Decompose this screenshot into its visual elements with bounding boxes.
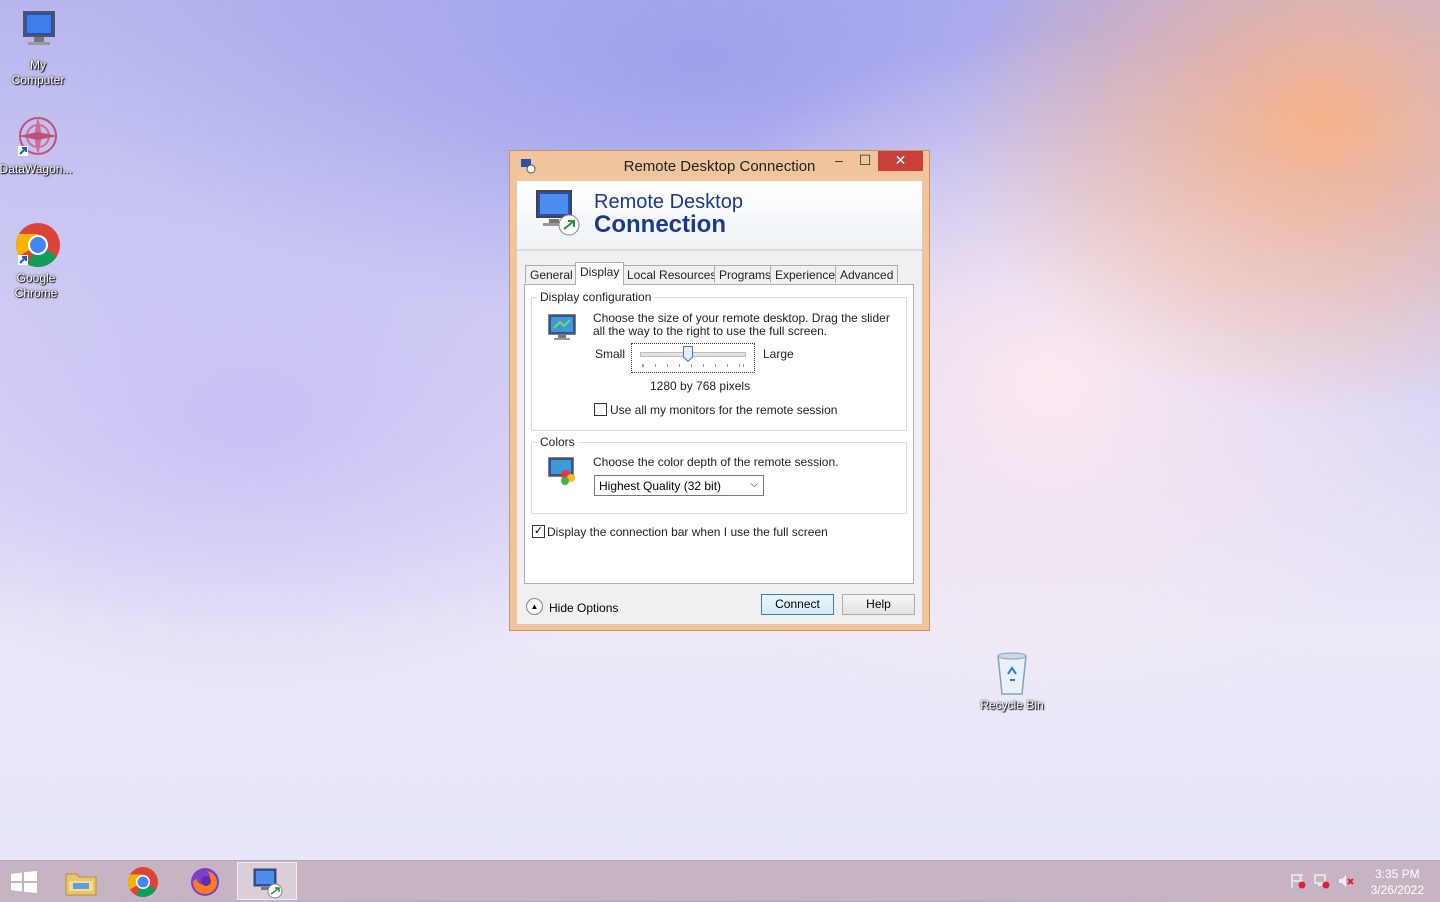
taskbar-clock[interactable]: 3:35 PM 3/26/2022	[1371, 866, 1424, 898]
network-icon[interactable]	[1314, 873, 1330, 889]
taskbar: 3:35 PM 3/26/2022	[0, 860, 1440, 901]
remote-desktop-icon	[252, 867, 284, 902]
taskbar-remote-desktop[interactable]	[237, 862, 297, 900]
start-button[interactable]	[0, 862, 46, 900]
windows-logo-icon	[10, 871, 38, 896]
group-label: Display configuration	[537, 290, 655, 304]
window-titlebar[interactable]: Remote Desktop Connection – ☐ ✕	[510, 151, 929, 181]
display-tab-panel: Display configuration Choose the size of…	[524, 284, 914, 584]
action-center-flag-icon[interactable]	[1290, 873, 1306, 889]
display-description: Choose the size of your remote desktop. …	[593, 311, 890, 338]
colors-group: Colors Choose the color depth of the rem…	[531, 435, 907, 514]
datawagon-icon	[12, 112, 60, 160]
tab-experience[interactable]: Experience	[770, 265, 841, 283]
connection-bar-label[interactable]: Display the connection bar when I use th…	[547, 526, 828, 539]
desktop-icon-label: My	[30, 58, 46, 72]
recycle-bin-icon	[988, 648, 1036, 696]
monitor-icon	[546, 312, 578, 344]
rdc-window: Remote Desktop Connection – ☐ ✕ Remote D…	[509, 150, 930, 631]
slider-track	[640, 352, 746, 357]
desktop-icon-datawagon[interactable]: DataWagon...	[0, 112, 74, 177]
group-label: Colors	[537, 435, 578, 449]
taskbar-file-explorer[interactable]	[51, 862, 111, 900]
all-monitors-label[interactable]: Use all my monitors for the remote sessi…	[610, 404, 837, 417]
rdc-logo-icon	[535, 189, 583, 237]
computer-icon	[14, 8, 62, 56]
resolution-slider[interactable]	[631, 343, 755, 373]
help-button[interactable]: Help	[842, 594, 915, 615]
connect-button[interactable]: Connect	[761, 594, 834, 615]
desktop-icon-label: Recycle Bin	[980, 698, 1044, 712]
window-client-area: Remote Desktop Connection General Displa…	[517, 181, 922, 624]
tab-programs[interactable]: Programs	[714, 265, 777, 283]
desktop-icon-label: Google	[16, 271, 56, 285]
folder-icon	[65, 868, 97, 899]
desktop-icon-recycle-bin[interactable]: Recycle Bin	[974, 648, 1050, 713]
hide-options-label: Hide Options	[549, 601, 619, 615]
all-monitors-checkbox[interactable]	[594, 403, 607, 416]
tab-general[interactable]: General	[525, 265, 578, 283]
maximize-button[interactable]: ☐	[852, 151, 878, 171]
chevron-down-icon: ⌵	[750, 479, 758, 490]
slider-small-label: Small	[595, 347, 626, 361]
close-button[interactable]: ✕	[878, 151, 923, 171]
desktop-icon-my-computer[interactable]: My Computer	[0, 8, 76, 88]
firefox-icon	[189, 866, 221, 901]
taskbar-chrome[interactable]	[113, 862, 173, 900]
slider-ticks	[642, 364, 744, 367]
banner-title-line2: Connection	[594, 211, 726, 238]
chrome-icon	[12, 221, 60, 269]
chevron-up-icon: ▲	[526, 598, 543, 615]
chrome-icon	[127, 866, 159, 901]
color-depth-select[interactable]: Highest Quality (32 bit) ⌵	[594, 475, 764, 496]
resolution-text: 1280 by 768 pixels	[650, 379, 751, 393]
tab-advanced[interactable]: Advanced	[835, 265, 899, 283]
clock-date: 3/26/2022	[1370, 883, 1424, 897]
clock-time: 3:35 PM	[1374, 867, 1420, 881]
minimize-button[interactable]: –	[826, 151, 852, 171]
color-depth-icon	[546, 455, 578, 487]
volume-muted-icon[interactable]	[1338, 873, 1354, 889]
desktop-icon-label: Chrome	[14, 286, 58, 300]
taskbar-firefox[interactable]	[175, 862, 235, 900]
colors-description: Choose the color depth of the remote ses…	[593, 455, 839, 469]
slider-thumb[interactable]	[682, 346, 693, 363]
desktop-icon-google-chrome[interactable]: Google Chrome	[0, 221, 74, 301]
slider-large-label: Large	[763, 347, 794, 361]
desktop-icon-label: DataWagon...	[0, 162, 73, 176]
tab-local-resources[interactable]: Local Resources	[622, 265, 722, 283]
connection-bar-checkbox[interactable]: ✓	[532, 525, 545, 538]
display-configuration-group: Display configuration Choose the size of…	[531, 290, 907, 431]
color-depth-value: Highest Quality (32 bit)	[599, 479, 722, 493]
banner: Remote Desktop Connection	[517, 181, 922, 251]
tab-display[interactable]: Display	[575, 262, 625, 285]
desktop-icon-label: Computer	[11, 73, 65, 87]
